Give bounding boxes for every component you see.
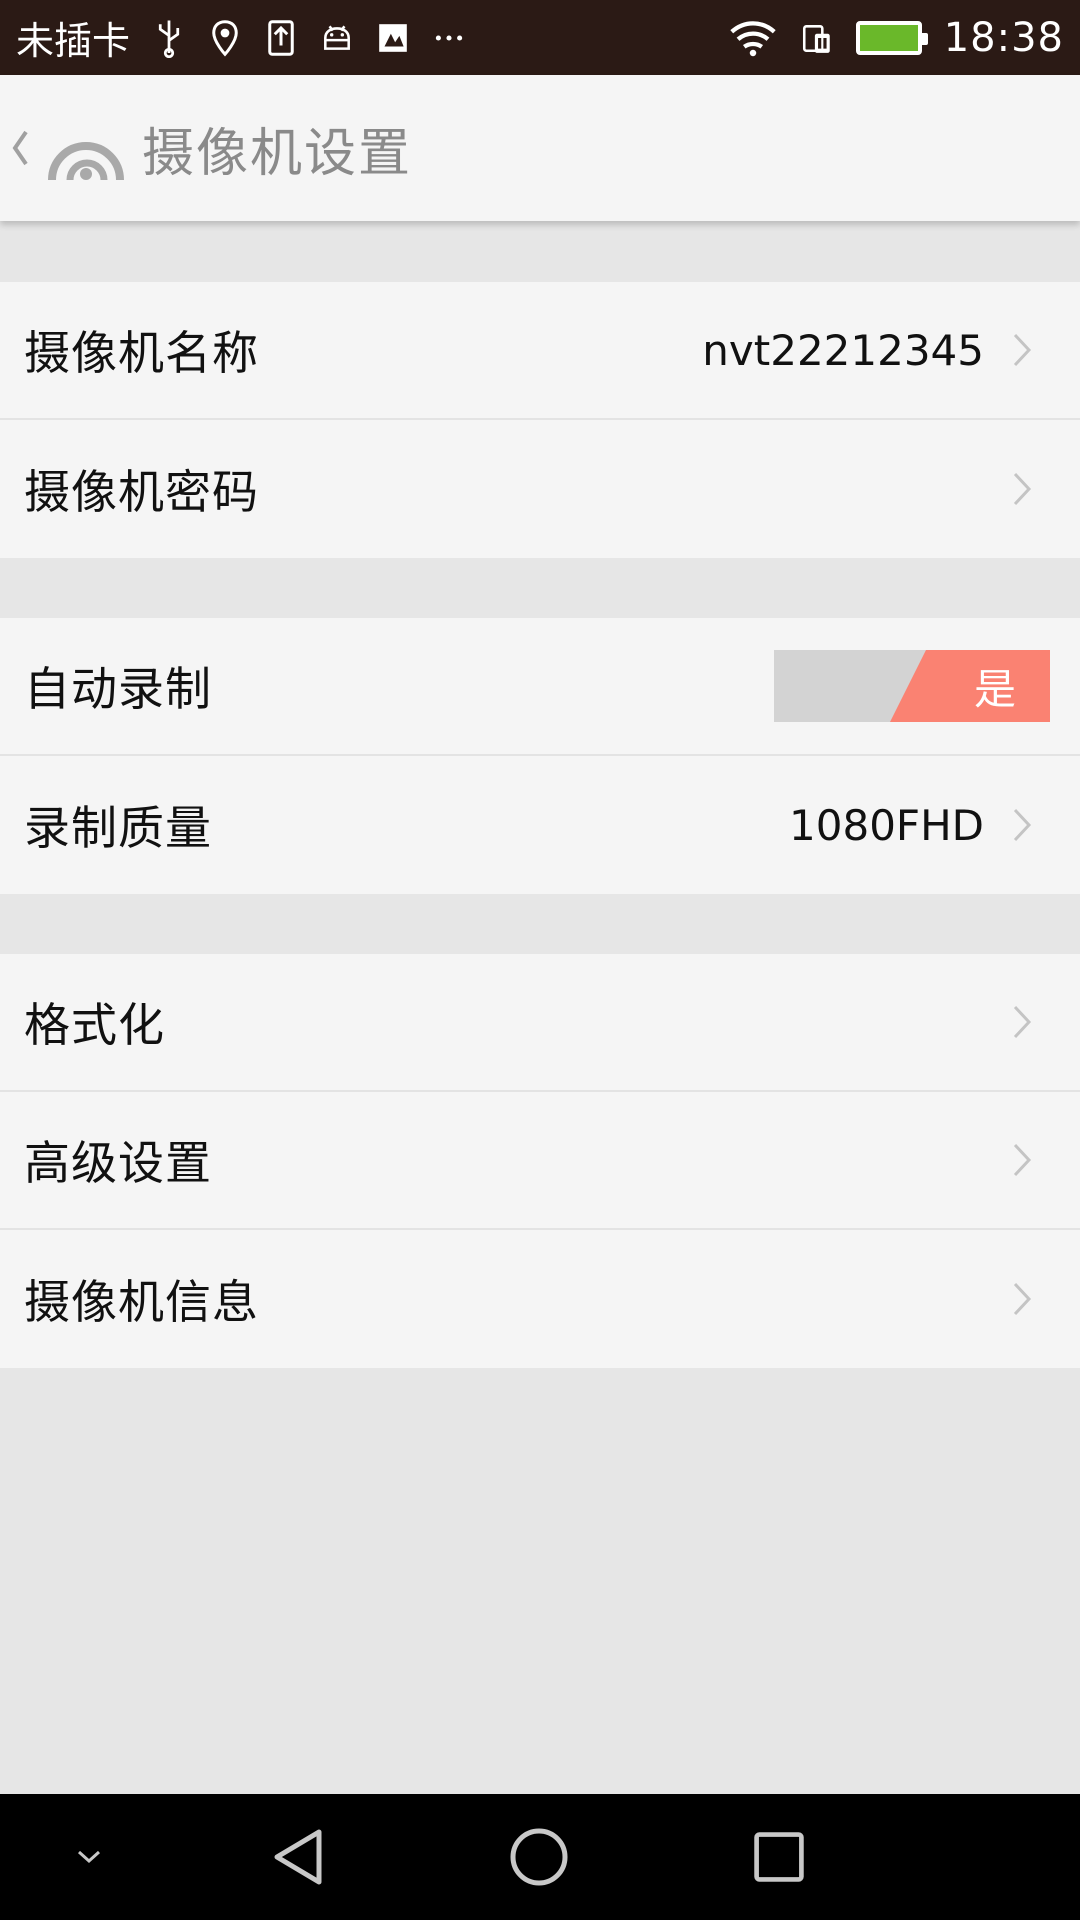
toggle-on-indicator: 是: [890, 650, 1050, 722]
usb-icon: [152, 18, 186, 58]
auto-record-label: 自动录制: [24, 662, 212, 716]
image-icon: [376, 18, 410, 58]
format-label: 格式化: [24, 998, 165, 1052]
chevron-right-icon: [1002, 469, 1042, 509]
battery-icon: [855, 20, 928, 55]
advanced-settings-label: 高级设置: [24, 1136, 212, 1190]
camera-logo-icon: [46, 108, 126, 188]
carrier-text: 未插卡: [16, 19, 131, 63]
app-bar: 摄像机设置: [0, 75, 1080, 221]
more-icon: [432, 18, 466, 58]
location-icon: [208, 18, 242, 58]
chevron-right-icon: [1002, 1279, 1042, 1319]
camera-password-row[interactable]: 摄像机密码: [0, 420, 1080, 558]
record-quality-row[interactable]: 录制质量 1080FHD: [0, 756, 1080, 894]
camera-info-row[interactable]: 摄像机信息: [0, 1230, 1080, 1368]
format-row[interactable]: 格式化: [0, 954, 1080, 1092]
status-time: 18:38: [943, 14, 1064, 61]
status-bar: 未插卡 18:38: [0, 0, 1080, 75]
back-arrow-icon[interactable]: [10, 118, 40, 178]
camera-name-value: nvt22212345: [702, 325, 984, 375]
home-circle-icon[interactable]: [484, 1794, 594, 1920]
toggle-label: 是: [973, 664, 1016, 714]
settings-group-camera: 摄像机名称 nvt22212345 摄像机密码: [0, 282, 1080, 558]
chevron-right-icon: [1002, 1002, 1042, 1042]
chevron-right-icon: [1002, 805, 1042, 845]
page-title: 摄像机设置: [142, 123, 413, 184]
settings-group-record: 自动录制 是 录制质量 1080FHD: [0, 618, 1080, 894]
back-triangle-icon[interactable]: [244, 1794, 354, 1920]
record-quality-label: 录制质量: [24, 801, 212, 855]
recents-square-icon[interactable]: [724, 1794, 834, 1920]
settings-group-other: 格式化 高级设置 摄像机信息: [0, 954, 1080, 1368]
camera-password-label: 摄像机密码: [24, 465, 259, 519]
auto-record-toggle[interactable]: 是: [774, 650, 1050, 722]
camera-info-label: 摄像机信息: [24, 1275, 259, 1329]
sim-icon: [800, 18, 834, 58]
camera-name-label: 摄像机名称: [24, 326, 259, 380]
auto-record-row: 自动录制 是: [0, 618, 1080, 756]
navigation-bar: [0, 1794, 1080, 1920]
wifi-icon: [728, 18, 778, 58]
chevron-right-icon: [1002, 1140, 1042, 1180]
chevron-right-icon: [1002, 330, 1042, 370]
record-quality-value: 1080FHD: [789, 800, 984, 850]
upload-icon: [264, 18, 298, 58]
android-icon: [320, 18, 354, 58]
camera-name-row[interactable]: 摄像机名称 nvt22212345: [0, 282, 1080, 420]
advanced-settings-row[interactable]: 高级设置: [0, 1092, 1080, 1230]
hide-nav-icon[interactable]: [34, 1794, 144, 1920]
